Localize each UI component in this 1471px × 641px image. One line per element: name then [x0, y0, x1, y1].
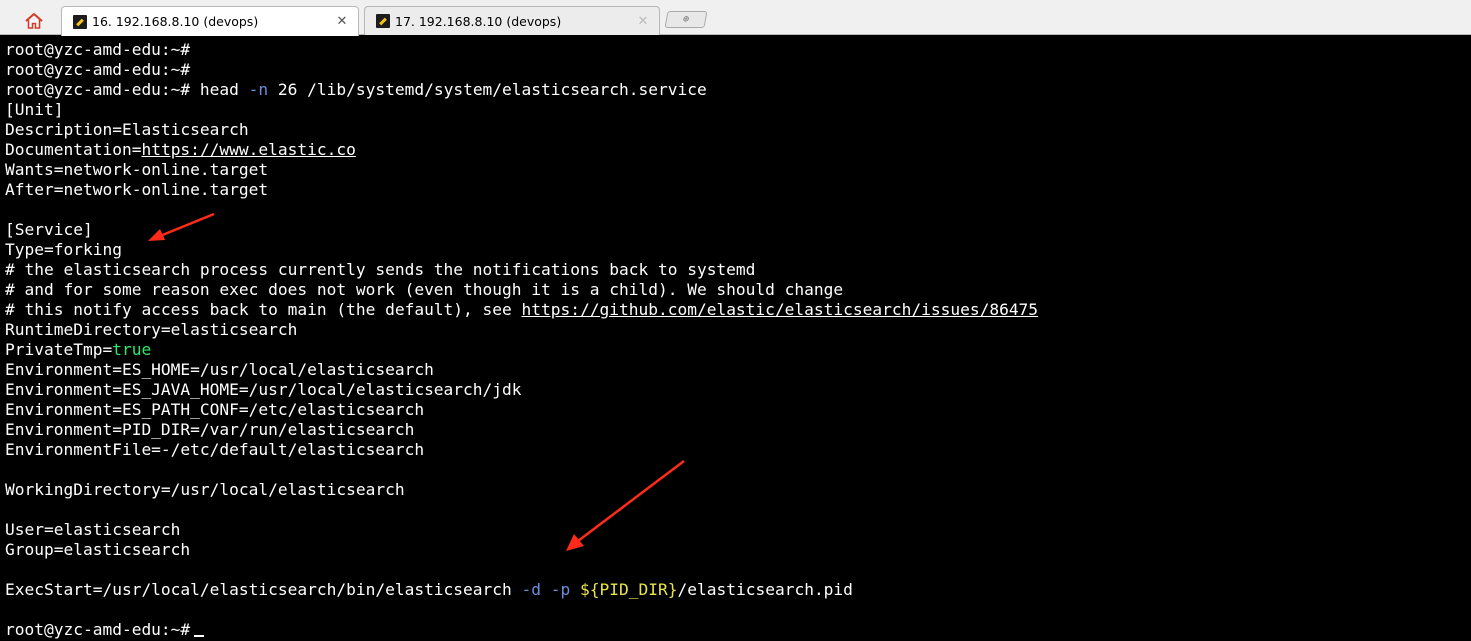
- terminal-line: # this notify access back to main (the d…: [5, 300, 1038, 320]
- terminal-line: After=network-online.target: [5, 180, 1038, 200]
- terminal-line: RuntimeDirectory=elasticsearch: [5, 320, 1038, 340]
- terminal-text: [Unit]: [5, 100, 64, 119]
- tab-title: 17. 192.168.8.10 (devops): [395, 13, 562, 29]
- terminal-text: root@yzc-amd-edu:~#: [5, 620, 191, 639]
- terminal-text: Environment=ES_HOME=/usr/local/elasticse…: [5, 360, 434, 379]
- terminal-text: Wants=network-online.target: [5, 160, 269, 179]
- annotation-arrow-service: [148, 212, 215, 241]
- terminal-icon: [73, 14, 87, 29]
- terminal-text: true: [112, 340, 152, 359]
- cursor: [194, 635, 205, 637]
- terminal-line: root@yzc-amd-edu:~#: [5, 60, 1038, 80]
- terminal-line: Documentation=https://www.elastic.co: [5, 140, 1038, 160]
- new-tab-button[interactable]: ⊕: [664, 11, 708, 28]
- terminal-text: root@yzc-amd-edu:~# head: [5, 80, 249, 99]
- terminal-text: 26 /lib/systemd/system/elasticsearch.ser…: [268, 80, 707, 99]
- close-icon[interactable]: ✕: [633, 14, 653, 29]
- terminal-text: -n: [248, 80, 269, 99]
- terminal-line: PrivateTmp=true: [5, 340, 1038, 360]
- terminal-text: ${PID_DIR}: [580, 580, 678, 599]
- terminal-line: [Unit]: [5, 100, 1038, 120]
- terminal-text: # the elasticsearch process currently se…: [5, 260, 756, 279]
- home-icon: [25, 13, 43, 29]
- terminal-icon: [376, 14, 390, 28]
- terminal-line: # and for some reason exec does not work…: [5, 280, 1038, 300]
- terminal-line: Environment=ES_JAVA_HOME=/usr/local/elas…: [5, 380, 1038, 400]
- terminal-line: EnvironmentFile=-/etc/default/elasticsea…: [5, 440, 1038, 460]
- terminal-text: Environment=PID_DIR=/var/run/elasticsear…: [5, 420, 415, 439]
- terminal-text: Environment=ES_JAVA_HOME=/usr/local/elas…: [5, 380, 522, 399]
- terminal-text: After=network-online.target: [5, 180, 269, 199]
- terminal-line: root@yzc-amd-edu:~#: [5, 40, 1038, 60]
- plus-icon: ⊕: [682, 14, 690, 25]
- terminal-text: EnvironmentFile=-/etc/default/elasticsea…: [5, 440, 425, 459]
- annotation-arrow-execstart: [566, 460, 685, 551]
- terminal-text: root@yzc-amd-edu:~#: [5, 40, 191, 59]
- terminal-line: root@yzc-amd-edu:~# head -n 26 /lib/syst…: [5, 80, 1038, 100]
- terminal-text: Description=Elasticsearch: [5, 120, 249, 139]
- terminal-text: WorkingDirectory=/usr/local/elasticsearc…: [5, 480, 405, 499]
- terminal-line: Environment=ES_HOME=/usr/local/elasticse…: [5, 360, 1038, 380]
- tab-bar: 16. 192.168.8.10 (devops) ✕ 17. 192.168.…: [0, 0, 1471, 36]
- terminal-text: Group=elasticsearch: [5, 540, 191, 559]
- close-icon[interactable]: ✕: [332, 14, 352, 29]
- tab-session-16[interactable]: 16. 192.168.8.10 (devops) ✕: [61, 6, 359, 36]
- terminal-line: Environment=ES_PATH_CONF=/etc/elasticsea…: [5, 400, 1038, 420]
- home-button[interactable]: [16, 9, 52, 33]
- terminal-line: Environment=PID_DIR=/var/run/elasticsear…: [5, 420, 1038, 440]
- terminal-text: -p: [550, 580, 571, 599]
- terminal-text: # this notify access back to main (the d…: [5, 300, 522, 319]
- terminal-link[interactable]: https://github.com/elastic/elasticsearch…: [522, 300, 1039, 319]
- terminal-output[interactable]: root@yzc-amd-edu:~# root@yzc-amd-edu:~# ro…: [0, 36, 1471, 641]
- terminal-line: User=elasticsearch: [5, 520, 1038, 540]
- terminal-text: Environment=ES_PATH_CONF=/etc/elasticsea…: [5, 400, 425, 419]
- terminal-text: Documentation=: [5, 140, 142, 159]
- terminal-link[interactable]: https://www.elastic.co: [141, 140, 355, 159]
- terminal-line: Description=Elasticsearch: [5, 120, 1038, 140]
- tab-session-17[interactable]: 17. 192.168.8.10 (devops) ✕: [364, 6, 660, 35]
- terminal-text: root@yzc-amd-edu:~#: [5, 60, 191, 79]
- terminal-text: RuntimeDirectory=elasticsearch: [5, 320, 298, 339]
- terminal-lines: root@yzc-amd-edu:~# root@yzc-amd-edu:~# ro…: [5, 40, 1038, 640]
- tab-title: 16. 192.168.8.10 (devops): [92, 14, 259, 29]
- terminal-line: Wants=network-online.target: [5, 160, 1038, 180]
- terminal-line: Group=elasticsearch: [5, 540, 1038, 560]
- terminal-line: root@yzc-amd-edu:~#: [5, 620, 1038, 640]
- terminal-text: # and for some reason exec does not work…: [5, 280, 844, 299]
- terminal-text: -d: [521, 580, 542, 599]
- terminal-line: WorkingDirectory=/usr/local/elasticsearc…: [5, 480, 1038, 500]
- terminal-line: # the elasticsearch process currently se…: [5, 260, 1038, 280]
- terminal-text: Type=forking: [5, 240, 122, 259]
- terminal-text: User=elasticsearch: [5, 520, 181, 539]
- terminal-text: PrivateTmp=: [5, 340, 113, 359]
- terminal-line: ExecStart=/usr/local/elasticsearch/bin/e…: [5, 580, 1038, 600]
- terminal-text: [Service]: [5, 220, 93, 239]
- terminal-text: ExecStart=/usr/local/elasticsearch/bin/e…: [5, 580, 522, 599]
- terminal-text: /elasticsearch.pid: [677, 580, 853, 599]
